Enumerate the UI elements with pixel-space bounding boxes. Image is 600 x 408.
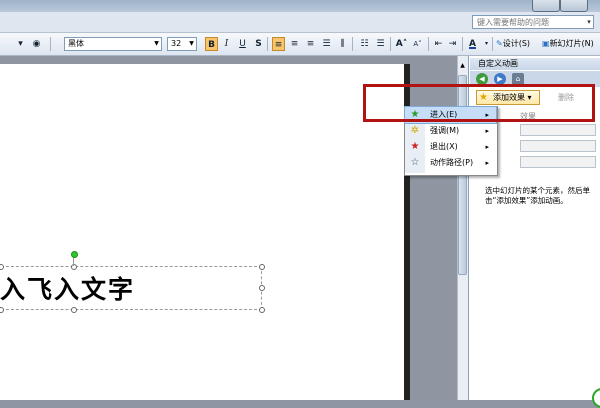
increase-indent-icon[interactable]: ⇥ bbox=[446, 37, 459, 51]
menu-item-label: 强调(M) bbox=[430, 126, 460, 135]
columns-icon[interactable]: ⫼ bbox=[336, 37, 349, 51]
menu-item-exit[interactable]: ★ 退出(X) ▸ bbox=[405, 139, 496, 155]
menu-item-emphasis[interactable]: ✲ 强调(M) ▸ bbox=[405, 123, 496, 139]
effect-start-select[interactable] bbox=[520, 124, 596, 136]
restore-button[interactable] bbox=[560, 0, 588, 12]
font-color-button[interactable]: A bbox=[466, 37, 479, 51]
help-dropdown-icon[interactable]: ▾ bbox=[584, 15, 594, 29]
toolbar-divider bbox=[492, 37, 493, 51]
align-left-icon[interactable]: ≡ bbox=[272, 37, 285, 51]
title-bar bbox=[0, 0, 600, 12]
toolbar-divider bbox=[428, 37, 429, 51]
justify-icon[interactable]: ☰ bbox=[320, 37, 333, 51]
new-slide-label: 新幻灯片(N) bbox=[549, 39, 594, 48]
decrease-indent-icon[interactable]: ⇤ bbox=[432, 37, 445, 51]
numbered-list-icon[interactable]: ☷ bbox=[358, 37, 371, 51]
toolbar-divider bbox=[50, 37, 51, 51]
resize-handle[interactable] bbox=[259, 285, 265, 291]
slide-text[interactable]: 入飞入文字 bbox=[0, 270, 135, 306]
font-name-select[interactable]: 黑体 ▼ bbox=[64, 37, 162, 51]
bold-button[interactable]: B bbox=[205, 37, 218, 51]
submenu-arrow-icon: ▸ bbox=[485, 143, 489, 151]
help-search-input[interactable]: 键入需要帮助的问题 bbox=[472, 15, 594, 29]
italic-button[interactable]: I bbox=[220, 37, 233, 51]
help-circle-icon[interactable]: ◉ bbox=[30, 37, 43, 51]
emphasis-star-icon: ✲ bbox=[410, 125, 420, 136]
font-size-select[interactable]: 32 ▼ bbox=[167, 37, 197, 51]
toolbar-divider bbox=[462, 37, 463, 51]
toolbar-divider bbox=[390, 37, 391, 51]
effect-property-select[interactable] bbox=[520, 140, 596, 152]
status-ring-icon bbox=[592, 388, 600, 408]
font-name-value: 黑体 bbox=[68, 39, 84, 48]
pane-title: 自定义动画 bbox=[470, 58, 600, 70]
shrink-font-icon[interactable]: A˅ bbox=[411, 37, 424, 51]
exit-star-icon: ★ bbox=[410, 141, 420, 152]
menu-item-label: 退出(X) bbox=[430, 142, 458, 151]
resize-handle[interactable] bbox=[71, 307, 77, 313]
new-slide-button[interactable]: ▣新幻灯片(N) bbox=[542, 37, 600, 51]
pane-hint-text: 选中幻灯片的某个元素，然后单击“添加效果”添加动画。 bbox=[485, 186, 590, 205]
resize-handle[interactable] bbox=[259, 307, 265, 313]
design-icon: ✎ bbox=[496, 39, 503, 48]
align-right-icon[interactable]: ≡ bbox=[304, 37, 317, 51]
effect-speed-select[interactable] bbox=[520, 156, 596, 168]
submenu-arrow-icon: ▸ bbox=[485, 127, 489, 135]
font-size-value: 32 bbox=[171, 39, 182, 48]
shadow-button[interactable]: S bbox=[252, 37, 265, 51]
toolbar-divider bbox=[267, 37, 268, 51]
slide[interactable] bbox=[0, 64, 408, 400]
resize-handle[interactable] bbox=[259, 264, 265, 270]
design-label: 设计(S) bbox=[502, 39, 531, 48]
menu-item-motion-path[interactable]: ☆ 动作路径(P) ▸ bbox=[405, 155, 496, 171]
scroll-up-icon[interactable]: ▲ bbox=[458, 60, 467, 72]
annotation-highlight-box bbox=[363, 84, 595, 122]
chevron-down-icon[interactable]: ▾ bbox=[14, 37, 27, 51]
font-size-dropdown-icon: ▼ bbox=[189, 40, 194, 47]
bullet-list-icon[interactable]: ☰ bbox=[374, 37, 387, 51]
underline-button[interactable]: U bbox=[236, 37, 249, 51]
minimize-button[interactable] bbox=[532, 0, 560, 12]
align-center-icon[interactable]: ≡ bbox=[288, 37, 301, 51]
grow-font-icon[interactable]: A˄ bbox=[395, 37, 408, 51]
submenu-arrow-icon: ▸ bbox=[485, 159, 489, 167]
toolbar-divider bbox=[352, 37, 353, 51]
menu-item-label: 动作路径(P) bbox=[430, 158, 474, 167]
rotate-handle[interactable] bbox=[71, 251, 78, 258]
motion-path-star-icon: ☆ bbox=[410, 157, 420, 168]
design-button[interactable]: ✎设计(S) bbox=[496, 37, 530, 51]
font-name-dropdown-icon: ▼ bbox=[154, 40, 159, 47]
new-slide-icon: ▣ bbox=[542, 39, 550, 48]
